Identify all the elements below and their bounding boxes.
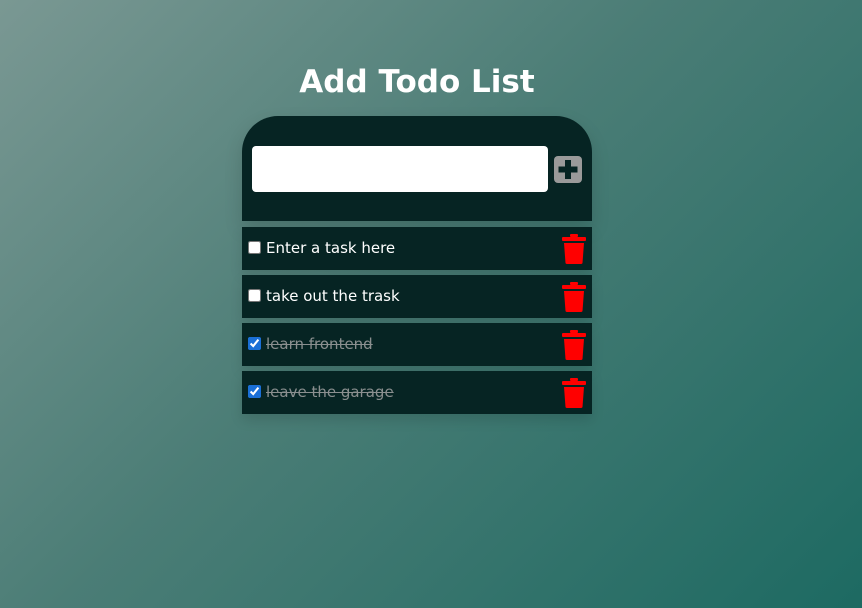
- delete-task-button[interactable]: [561, 234, 587, 264]
- todo-text: take out the trask: [266, 287, 400, 305]
- delete-task-button[interactable]: [561, 330, 587, 360]
- todo-checkbox[interactable]: [248, 289, 261, 302]
- todo-item: take out the trask: [242, 275, 592, 318]
- todo-text: Enter a task here: [266, 239, 396, 257]
- add-task-button[interactable]: [554, 156, 582, 183]
- todo-item: Enter a task here: [242, 227, 592, 270]
- todo-item: leave the garage: [242, 371, 592, 414]
- trash-icon: [562, 234, 586, 264]
- trash-icon: [562, 378, 586, 408]
- todo-input-card: [242, 116, 592, 221]
- todo-checkbox[interactable]: [248, 385, 261, 398]
- todo-checkbox[interactable]: [248, 241, 261, 254]
- task-input[interactable]: [252, 146, 548, 192]
- delete-task-button[interactable]: [561, 378, 587, 408]
- plus-icon: [558, 160, 578, 179]
- delete-task-button[interactable]: [561, 282, 587, 312]
- page-title: Add Todo List: [299, 64, 535, 100]
- todo-text: leave the garage: [266, 383, 394, 401]
- trash-icon: [562, 330, 586, 360]
- todo-text: learn frontend: [266, 335, 373, 353]
- todo-checkbox[interactable]: [248, 337, 261, 350]
- trash-icon: [562, 282, 586, 312]
- todo-item: learn frontend: [242, 323, 592, 366]
- todo-list: Enter a task here take out the trask lea…: [242, 227, 592, 419]
